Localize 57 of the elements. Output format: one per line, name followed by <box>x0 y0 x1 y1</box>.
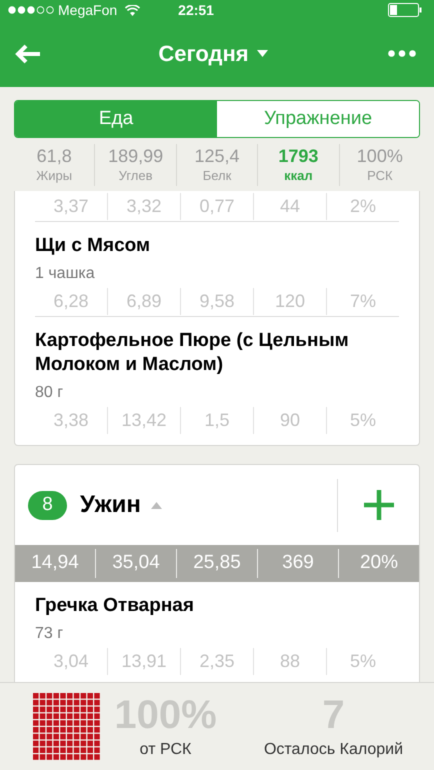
serving-size: 73 г <box>35 624 64 644</box>
summary-value: 100% <box>356 145 403 168</box>
summary-value: 1793 <box>278 145 318 168</box>
battery-icon <box>388 3 422 17</box>
nutrient-value: 0,77 <box>199 194 235 218</box>
wifi-icon <box>125 4 140 16</box>
nutrient-value: 5% <box>350 650 376 672</box>
nutrient-value: 5% <box>350 408 376 432</box>
nutrient-value: 3,04 <box>53 650 89 672</box>
carrier-name: MegaFon <box>58 0 118 20</box>
nutrient-value: 13,42 <box>121 408 167 432</box>
collapse-caret-icon[interactable] <box>150 502 162 508</box>
nutrient-value: 3,32 <box>126 194 162 218</box>
nutrient-value: 90 <box>280 408 300 432</box>
food-name[interactable]: Гречка Отварная <box>35 582 399 618</box>
nutrient-value: 3,37 <box>53 194 89 218</box>
summary-label: РСК <box>367 168 393 184</box>
summary-value: 125,4 <box>194 145 240 168</box>
nutrient-value: 2% <box>350 194 376 218</box>
nutrient-value: 44 <box>280 194 300 218</box>
signal-icon <box>8 6 54 14</box>
nutrient-value: 6,28 <box>53 290 89 312</box>
meal-name: Ужин <box>80 490 141 520</box>
summary-label: Жиры <box>36 168 72 184</box>
nutrient-value: 14,94 <box>31 551 79 576</box>
nutrient-value: 369 <box>282 551 314 576</box>
nutrient-value: 7% <box>350 290 376 312</box>
nutrient-value: 25,85 <box>193 551 241 576</box>
nutrient-value: 88 <box>280 650 300 672</box>
summary-label: Белк <box>202 168 232 184</box>
nutrient-value: 2,35 <box>199 650 235 672</box>
food-name[interactable]: Щи с Мясом <box>35 222 399 258</box>
waffle-chart-drawing <box>33 692 101 760</box>
clock-time: 22:51 <box>178 0 214 20</box>
rsk-label: от РСК <box>140 740 192 760</box>
nutrient-value: 20% <box>360 551 398 576</box>
food-name[interactable]: Картофельное Пюре (с Цельным Молоком и Маслом) <box>35 317 399 377</box>
nutrient-value: 13,91 <box>121 650 167 672</box>
nutrient-value: 1,5 <box>204 408 230 432</box>
add-food-button[interactable] <box>362 488 396 522</box>
summary-value: 189,99 <box>108 145 164 168</box>
nutrient-value: 6,89 <box>126 290 162 312</box>
back-arrow-icon <box>14 42 42 64</box>
plus-icon <box>362 489 394 521</box>
summary-label: ккал <box>284 168 313 184</box>
serving-size: 1 чашка <box>35 264 96 284</box>
serving-size: 80 г <box>35 383 64 403</box>
nutrient-value: 3,38 <box>53 408 89 432</box>
summary-label: Углев <box>118 168 153 184</box>
more-icon <box>388 50 416 57</box>
calories-remaining-label: Осталось Калорий <box>264 740 404 760</box>
nutrient-value: 120 <box>274 290 306 312</box>
nutrient-value: 35,04 <box>112 551 160 576</box>
caret-icon <box>256 50 268 57</box>
nutrient-value: 9,58 <box>199 290 235 312</box>
meal-count-badge: 8 <box>28 490 67 520</box>
summary-value: 61,8 <box>36 145 72 168</box>
